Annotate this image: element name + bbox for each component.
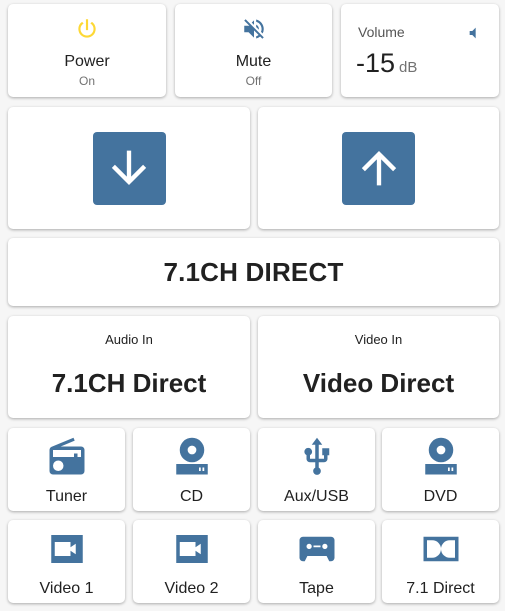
cd-player-icon: [175, 437, 208, 475]
sound-mode-text: 7.1CH DIRECT: [163, 256, 344, 287]
source-label: DVD: [423, 488, 458, 505]
video-in-value: Video Direct: [302, 368, 455, 398]
volume-off-icon: [243, 19, 264, 39]
source-button-7-1-direct[interactable]: 7.1 Direct: [382, 520, 499, 603]
source-button-tuner[interactable]: Tuner: [8, 428, 125, 511]
source-button-tape[interactable]: Tape: [258, 520, 375, 603]
power-icon: [78, 19, 96, 38]
volume-label: Volume: [358, 24, 405, 40]
source-label: CD: [179, 488, 204, 505]
volume-unit: dB: [399, 59, 418, 76]
source-label: Tape: [299, 580, 334, 597]
video-in-label: Video In: [354, 332, 403, 347]
audio-in-card[interactable]: Audio In 7.1CH Direct: [8, 316, 250, 418]
mute-button[interactable]: Mute Off: [175, 4, 332, 97]
dolby-icon: [423, 536, 458, 562]
usb-icon: [303, 437, 329, 475]
power-state: On: [78, 74, 95, 88]
audio-in-label: Audio In: [105, 332, 153, 347]
volume-value: -15: [356, 48, 396, 78]
video-icon: [175, 535, 208, 563]
disc-player-icon: [424, 437, 457, 475]
source-label: Tuner: [45, 488, 88, 505]
source-button-aux-usb[interactable]: Aux/USB: [258, 428, 375, 511]
source-label: Video 2: [164, 580, 219, 597]
sound-mode-card[interactable]: 7.1CH DIRECT: [8, 238, 499, 306]
power-button[interactable]: Power On: [8, 4, 166, 97]
volume-down-button[interactable]: [8, 107, 250, 229]
source-button-video-2[interactable]: Video 2: [133, 520, 250, 603]
volume-up-button[interactable]: [258, 107, 499, 229]
audio-in-value: 7.1CH Direct: [51, 368, 207, 398]
radio-icon: [49, 437, 84, 475]
volume-low-icon: [469, 27, 476, 39]
source-button-video-1[interactable]: Video 1: [8, 520, 125, 603]
video-in-card[interactable]: Video In Video Direct: [258, 316, 499, 418]
mute-state: Off: [245, 74, 262, 88]
cassette-icon: [299, 536, 334, 562]
volume-readout: -15 dB: [356, 48, 417, 79]
video-icon: [50, 535, 83, 563]
arrow-up-icon: [342, 131, 415, 205]
power-label: Power: [64, 53, 110, 70]
source-button-dvd[interactable]: DVD: [382, 428, 499, 511]
source-button-cd[interactable]: CD: [133, 428, 250, 511]
arrow-down-icon: [92, 131, 166, 205]
mute-label: Mute: [235, 53, 272, 70]
source-label: Aux/USB: [284, 488, 349, 505]
volume-sensor-card[interactable]: Volume -15 dB: [341, 4, 499, 97]
source-label: 7.1 Direct: [406, 580, 475, 597]
source-label: Video 1: [39, 580, 94, 597]
